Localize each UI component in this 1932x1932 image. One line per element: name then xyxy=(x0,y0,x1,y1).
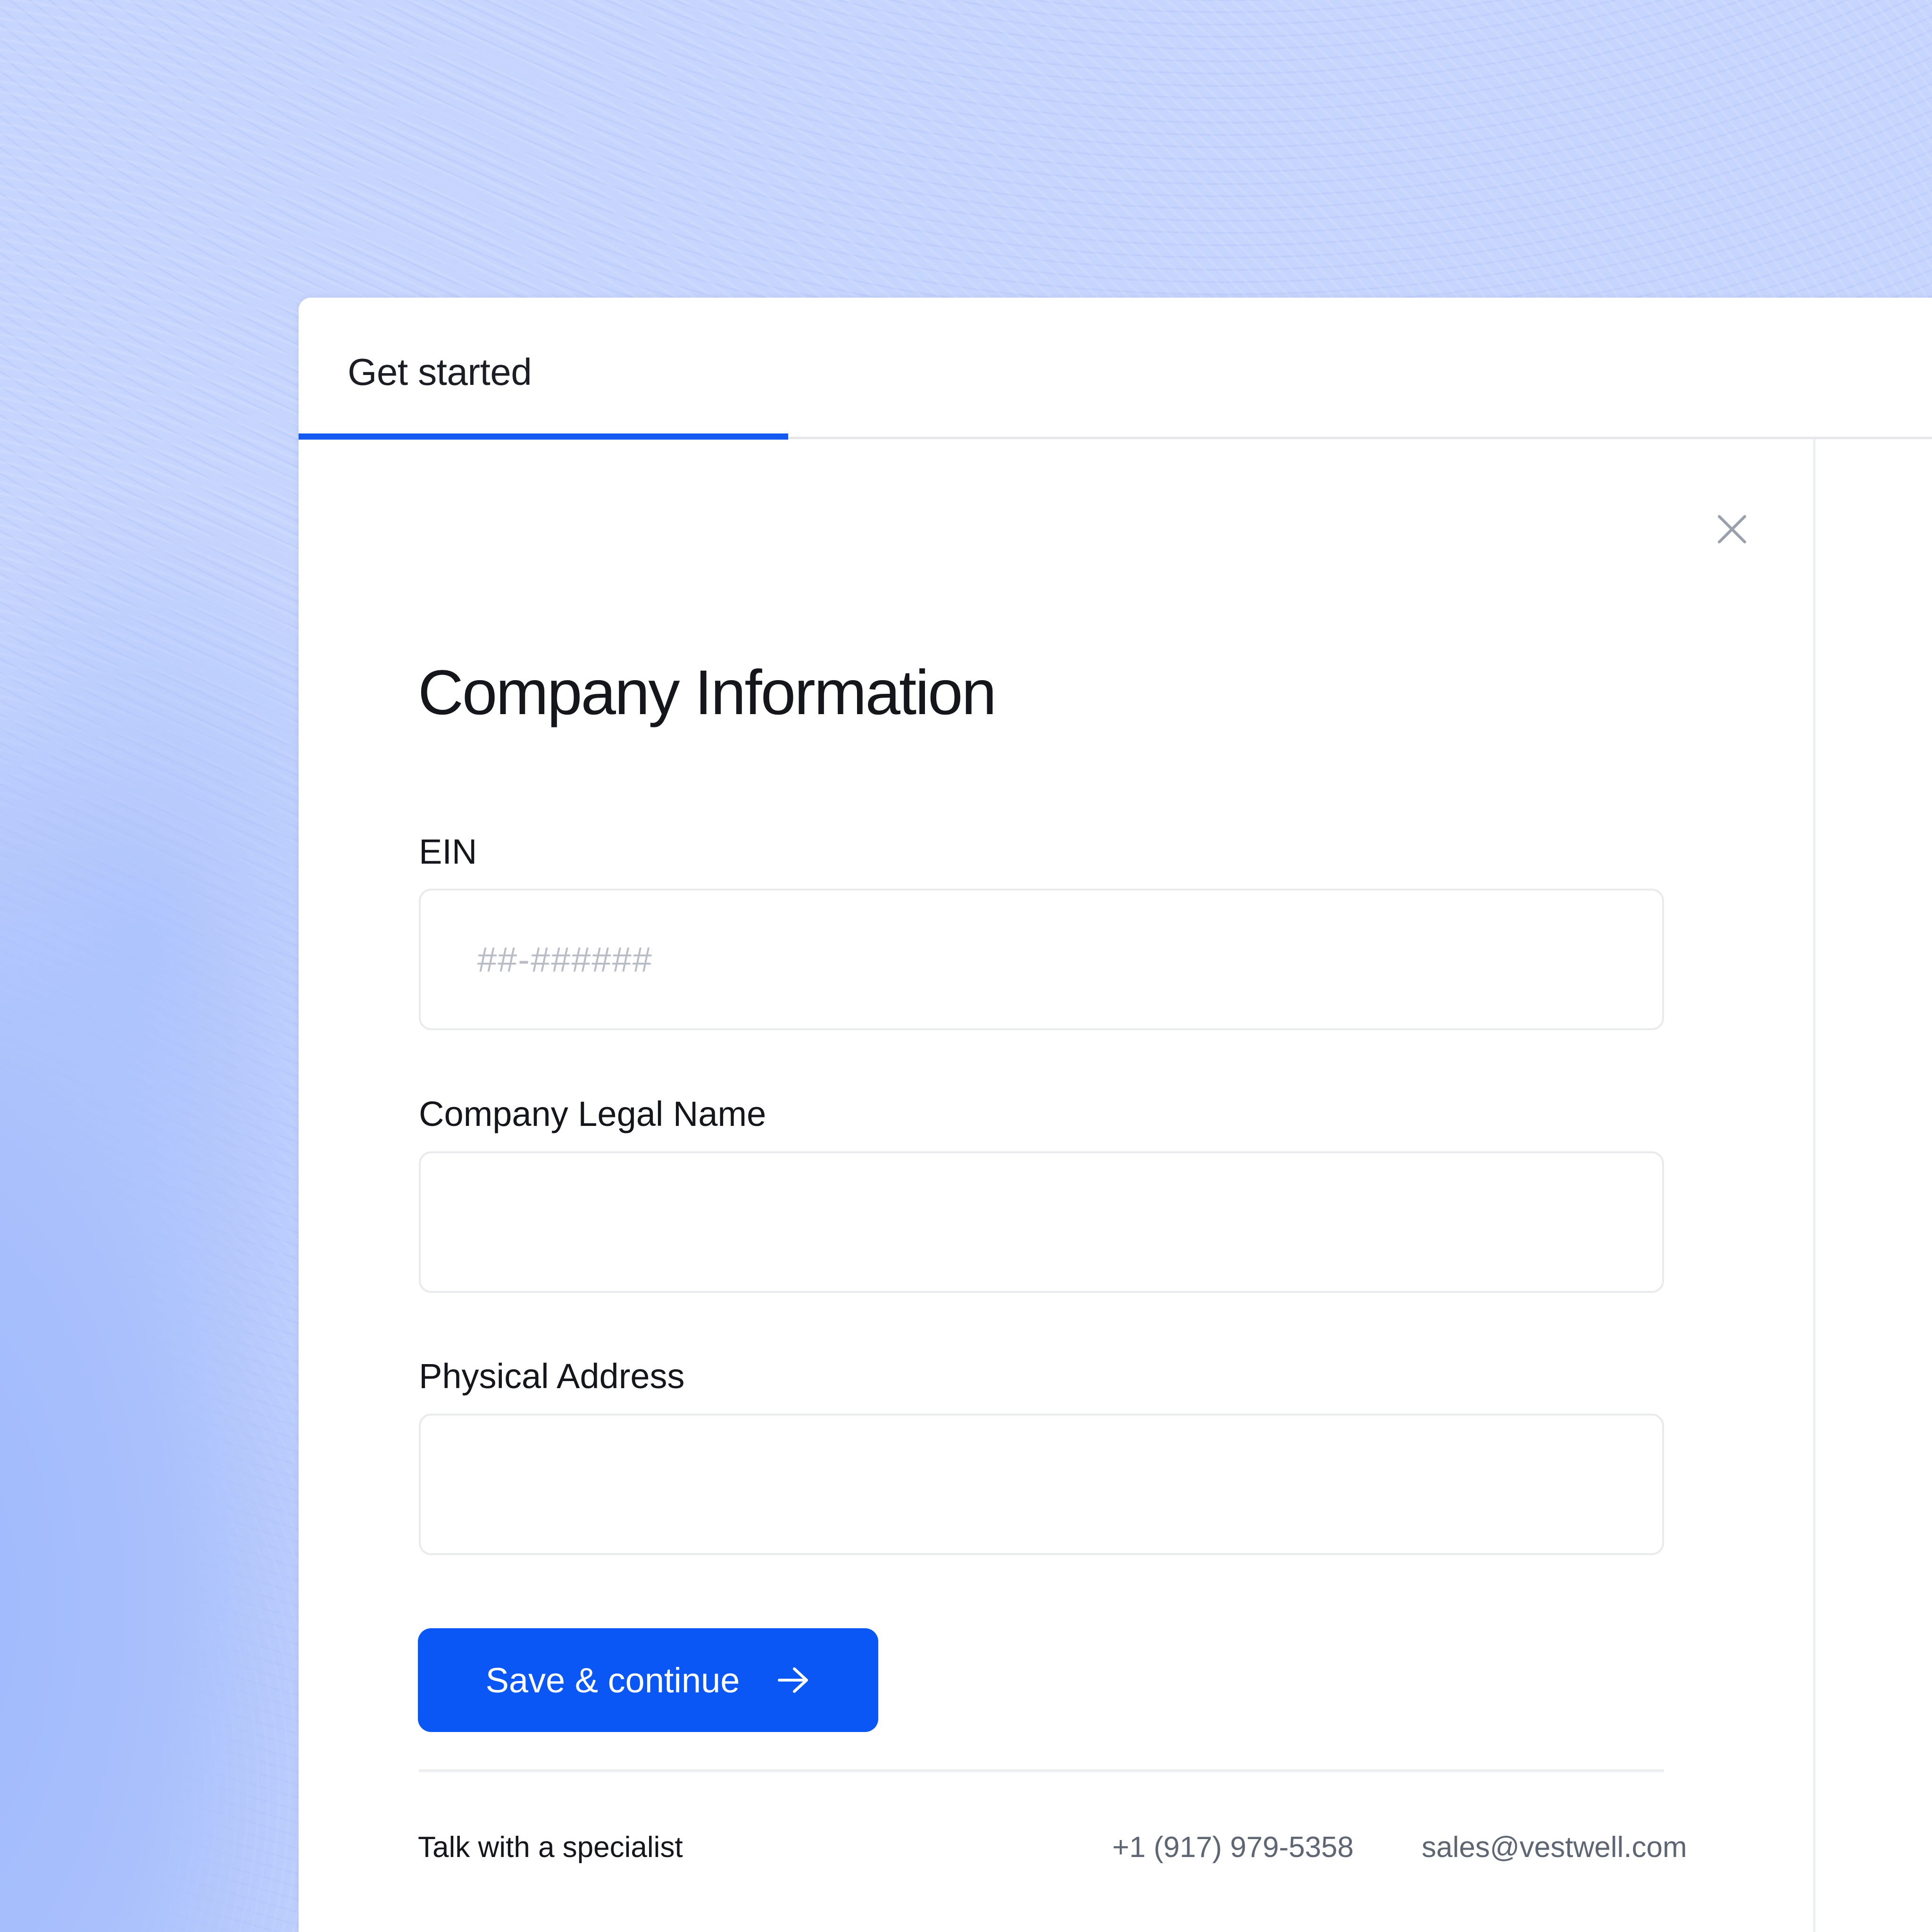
arrow-right-icon xyxy=(778,1667,808,1693)
close-button[interactable] xyxy=(1708,506,1756,553)
save-continue-button[interactable]: Save & continue xyxy=(418,1628,878,1732)
progress-bar xyxy=(299,433,789,440)
specialist-phone-link[interactable]: +1 (917) 979-5358 xyxy=(1112,1830,1354,1865)
close-icon xyxy=(1718,515,1746,543)
save-continue-label: Save & continue xyxy=(485,1660,740,1700)
ein-input[interactable] xyxy=(419,889,1664,1030)
ein-label: EIN xyxy=(419,832,477,871)
header-title: Get started xyxy=(348,351,532,393)
physical-address-label: Physical Address xyxy=(419,1357,685,1396)
company-legal-name-label: Company Legal Name xyxy=(419,1094,766,1133)
specialist-heading: Talk with a specialist xyxy=(418,1831,683,1864)
company-legal-name-input[interactable] xyxy=(419,1151,1664,1293)
modal-header: Get started xyxy=(299,298,1932,439)
footer-divider xyxy=(419,1769,1664,1772)
page-title: Company Information xyxy=(418,658,997,728)
side-panel-divider xyxy=(1813,439,1815,1932)
specialist-email-link[interactable]: sales@vestwell.com xyxy=(1422,1830,1687,1865)
physical-address-input[interactable] xyxy=(419,1414,1664,1555)
